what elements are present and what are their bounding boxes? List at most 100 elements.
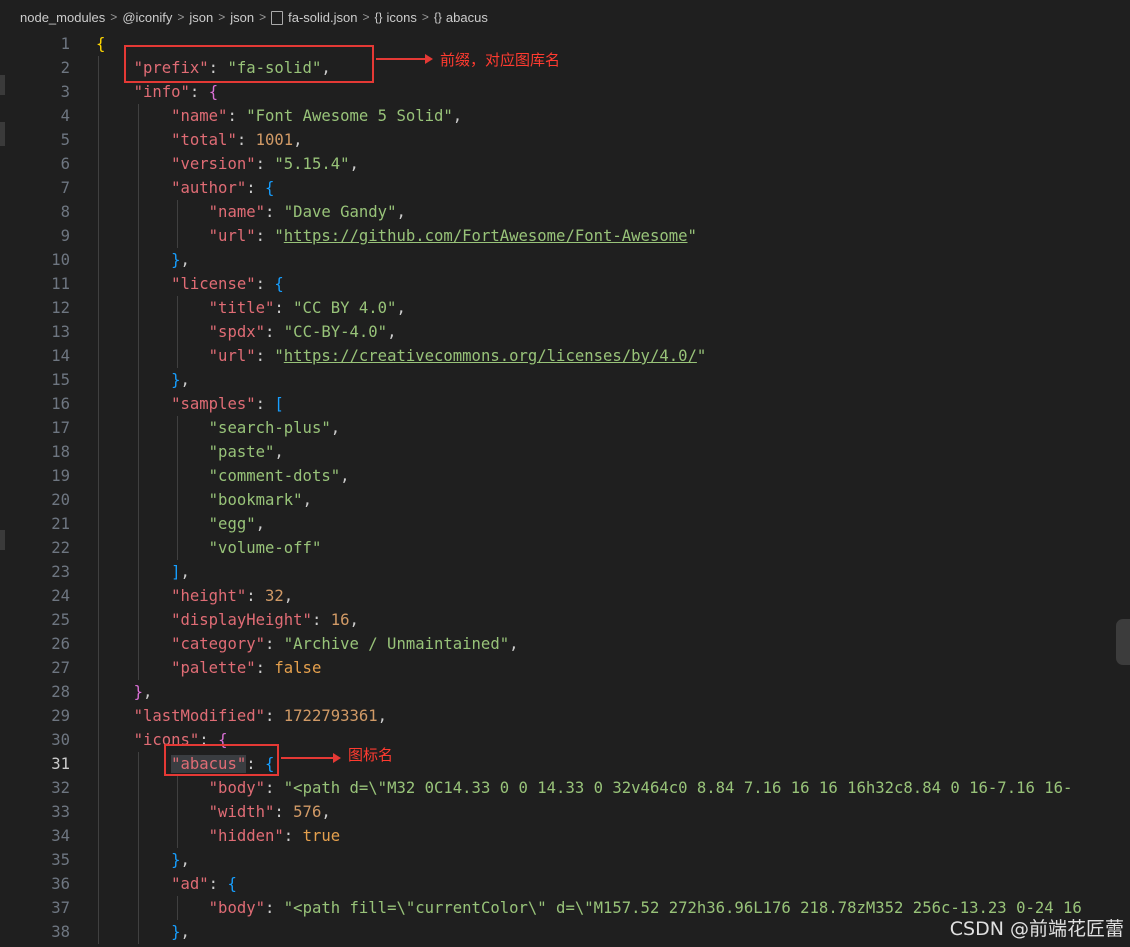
code-line[interactable]: 19 "comment-dots", [0,464,1130,488]
code-line[interactable]: 35 }, [0,848,1130,872]
breadcrumb-item[interactable]: json [189,10,213,25]
line-number: 8 [60,203,70,221]
code-line[interactable]: 23 ], [0,560,1130,584]
code-token: , [396,299,406,317]
line-number: 3 [60,83,70,101]
chevron-right-icon: > [177,10,185,24]
code-token: "name" [171,107,228,125]
code-token: , [349,611,359,629]
code-token: true [302,827,341,845]
code-line[interactable]: 32 "body": "<path d=\"M32 0C14.33 0 0 14… [0,776,1130,800]
code-line[interactable]: 27 "palette": false [0,656,1130,680]
line-number: 29 [51,707,70,725]
code-text: "ad": { [96,872,237,896]
code-line[interactable]: 21 "egg", [0,512,1130,536]
code-line[interactable]: 34 "hidden": true [0,824,1130,848]
code-token: , [340,467,350,485]
code-line[interactable]: 17 "search-plus", [0,416,1130,440]
code-text: "info": { [96,80,219,104]
code-token: "Dave Gandy" [283,203,397,221]
breadcrumb-item[interactable]: json [230,10,254,25]
code-line[interactable]: 3 "info": { [0,80,1130,104]
breadcrumb-item[interactable]: icons [387,10,417,25]
code-token: : [246,587,265,605]
line-number: 33 [51,803,70,821]
prefix-arrow [376,54,433,64]
code-line[interactable]: 25 "displayHeight": 16, [0,608,1130,632]
code-token: " [687,227,697,245]
breadcrumb-item[interactable]: @iconify [122,10,172,25]
code-token: } [171,251,181,269]
code-token: "bookmark" [208,491,303,509]
code-text: "category": "Archive / Unmaintained", [96,632,518,656]
icon-name-highlight-box [164,744,279,776]
code-line[interactable]: 28 }, [0,680,1130,704]
code-token: 1001 [255,131,294,149]
code-token: "author" [171,179,247,197]
code-token: https://creativecommons.org/licenses/by/… [283,347,697,365]
code-editor[interactable]: 1{2 "prefix": "fa-solid", 3 "info": {4 "n… [0,30,1130,947]
code-token: "height" [171,587,247,605]
code-line[interactable]: 26 "category": "Archive / Unmaintained", [0,632,1130,656]
code-token: : [227,107,247,125]
code-line[interactable]: 36 "ad": { [0,872,1130,896]
code-text: "paste", [96,440,284,464]
code-token: " [274,347,284,365]
line-number: 25 [51,611,70,629]
code-line[interactable]: 33 "width": 576, [0,800,1130,824]
breadcrumb-item-file[interactable]: fa-solid.json [288,10,357,25]
code-token: ] [171,563,181,581]
code-line[interactable]: 9 "url": "https://github.com/FortAwesome… [0,224,1130,248]
code-text: }, [96,368,190,392]
code-token: { [274,275,284,293]
code-token: : [255,659,275,677]
code-line[interactable]: 13 "spdx": "CC-BY-4.0", [0,320,1130,344]
line-number: 18 [51,443,70,461]
code-token: } [133,683,143,701]
code-token: : [265,899,284,917]
code-line[interactable]: 7 "author": { [0,176,1130,200]
code-line[interactable]: 15 }, [0,368,1130,392]
code-token: , [349,155,359,173]
code-token: 32 [265,587,284,605]
code-line[interactable]: 18 "paste", [0,440,1130,464]
code-text: "version": "5.15.4", [96,152,359,176]
watermark: CSDN @前端花匠蕾 [949,918,1124,940]
code-line[interactable]: 6 "version": "5.15.4", [0,152,1130,176]
code-token: "displayHeight" [171,611,312,629]
code-line[interactable]: 16 "samples": [ [0,392,1130,416]
line-number: 23 [51,563,70,581]
code-token: "paste" [208,443,275,461]
code-token: } [171,923,181,941]
code-line[interactable]: 10 }, [0,248,1130,272]
code-line[interactable]: 5 "total": 1001, [0,128,1130,152]
line-number: 27 [51,659,70,677]
code-line[interactable]: 8 "name": "Dave Gandy", [0,200,1130,224]
code-token: { [227,875,237,893]
code-line[interactable]: 14 "url": "https://creativecommons.org/l… [0,344,1130,368]
code-text: "spdx": "CC-BY-4.0", [96,320,397,344]
code-token: , [180,923,190,941]
code-line[interactable]: 29 "lastModified": 1722793361, [0,704,1130,728]
json-file-icon [271,11,284,25]
code-line[interactable]: 11 "license": { [0,272,1130,296]
code-text: { [96,32,105,56]
code-line[interactable]: 20 "bookmark", [0,488,1130,512]
code-line[interactable]: 24 "height": 32, [0,584,1130,608]
code-line[interactable]: 4 "name": "Font Awesome 5 Solid", [0,104,1130,128]
line-number: 28 [51,683,70,701]
code-token: , [452,107,463,125]
code-token: { [208,83,219,101]
vertical-scrollbar[interactable] [1116,34,1130,947]
code-line[interactable]: 12 "title": "CC BY 4.0", [0,296,1130,320]
breadcrumb-item[interactable]: abacus [446,10,488,25]
code-line[interactable]: 22 "volume-off" [0,536,1130,560]
line-number: 22 [51,539,70,557]
code-token: "category" [171,635,265,653]
breadcrumb-item[interactable]: node_modules [20,10,105,25]
object-icon: {} [433,10,442,24]
code-token: : [274,299,294,317]
scrollbar-thumb[interactable] [1116,619,1130,665]
code-token: , [377,707,388,725]
line-number: 26 [51,635,70,653]
